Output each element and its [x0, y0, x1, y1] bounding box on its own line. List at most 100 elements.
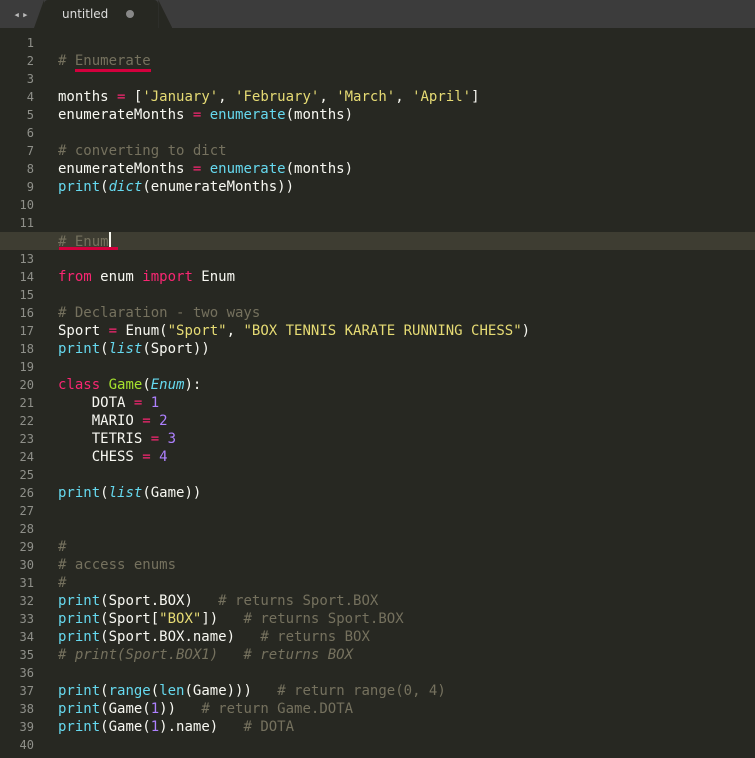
code-line[interactable]	[58, 736, 755, 754]
line-number: 29	[0, 538, 34, 556]
code-token: "BOX TENNIS KARATE RUNNING CHESS"	[243, 323, 521, 339]
code-line[interactable]	[58, 214, 755, 232]
code-line[interactable]: print(range(len(Game))) # return range(0…	[58, 682, 755, 700]
code-token: enumerate	[210, 161, 286, 177]
code-token: print	[58, 611, 100, 627]
code-token: list	[109, 341, 143, 357]
code-line[interactable]: Sport = Enum("Sport", "BOX TENNIS KARATE…	[58, 322, 755, 340]
code-token: len	[159, 683, 184, 699]
code-line[interactable]	[58, 70, 755, 88]
code-token	[151, 413, 159, 429]
line-number: 25	[0, 466, 34, 484]
code-line[interactable]: # converting to dict	[58, 142, 755, 160]
code-token	[159, 431, 167, 447]
code-line[interactable]	[58, 124, 755, 142]
line-number: 3	[0, 70, 34, 88]
code-token: (	[142, 377, 150, 393]
code-token: #	[58, 575, 66, 591]
code-token: Game	[109, 377, 143, 393]
tab-next-icon[interactable]: ▸	[22, 8, 29, 21]
code-token	[201, 161, 209, 177]
code-line[interactable]: print(Sport["BOX"]) # returns Sport.BOX	[58, 610, 755, 628]
code-line[interactable]: print(dict(enumerateMonths))	[58, 178, 755, 196]
code-line[interactable]	[58, 196, 755, 214]
code-token: DOTA	[58, 395, 134, 411]
code-token: print	[58, 341, 100, 357]
code-line[interactable]	[58, 664, 755, 682]
line-number: 22	[0, 412, 34, 430]
code-token: ,	[395, 89, 412, 105]
code-line[interactable]: print(Game(1).name) # DOTA	[58, 718, 755, 736]
code-token: (Sport))	[142, 341, 209, 357]
code-token: enumerate	[210, 107, 286, 123]
code-token: (	[100, 179, 108, 195]
code-line[interactable]: DOTA = 1	[58, 394, 755, 412]
code-line[interactable]: print(list(Sport))	[58, 340, 755, 358]
code-token: # returns BOX	[260, 629, 370, 645]
code-line[interactable]: class Game(Enum):	[58, 376, 755, 394]
code-line[interactable]: #	[58, 574, 755, 592]
code-token	[142, 395, 150, 411]
code-line[interactable]: enumerateMonths = enumerate(months)	[58, 106, 755, 124]
code-token: list	[109, 485, 143, 501]
code-token: # print(Sport.BOX1) # returns BOX	[58, 647, 353, 663]
code-token: Enum	[151, 377, 185, 393]
line-number: 14	[0, 268, 34, 286]
code-token: print	[58, 719, 100, 735]
code-line[interactable]	[58, 286, 755, 304]
tab-active[interactable]: untitled	[44, 0, 158, 28]
code-line[interactable]	[58, 358, 755, 376]
code-line[interactable]: months = ['January', 'February', 'March'…	[58, 88, 755, 106]
code-line[interactable]: print(Sport.BOX.name) # returns BOX	[58, 628, 755, 646]
line-number: 11	[0, 214, 34, 232]
code-token: (	[100, 341, 108, 357]
code-token: ,	[227, 323, 244, 339]
code-token: 2	[159, 413, 167, 429]
code-line[interactable]: MARIO = 2	[58, 412, 755, 430]
code-token: (Sport.BOX)	[100, 593, 218, 609]
code-line[interactable]: # access enums	[58, 556, 755, 574]
line-number: 24	[0, 448, 34, 466]
line-number: 36	[0, 664, 34, 682]
code-token: "BOX"	[159, 611, 201, 627]
code-line[interactable]: enumerateMonths = enumerate(months)	[58, 160, 755, 178]
code-line[interactable]: TETRIS = 3	[58, 430, 755, 448]
code-line[interactable]	[58, 502, 755, 520]
code-line[interactable]: print(Sport.BOX) # returns Sport.BOX	[58, 592, 755, 610]
code-line[interactable]	[58, 34, 755, 52]
code-token: enum	[92, 269, 143, 285]
tab-prev-icon[interactable]: ◂	[13, 8, 20, 21]
code-line[interactable]: from enum import Enum	[58, 268, 755, 286]
code-token: (enumerateMonths))	[142, 179, 294, 195]
code-line[interactable]: #	[58, 538, 755, 556]
code-token: #	[58, 53, 75, 69]
line-number: 39	[0, 718, 34, 736]
line-number: 34	[0, 628, 34, 646]
code-token: =	[151, 431, 159, 447]
code-token: print	[58, 701, 100, 717]
code-token	[151, 449, 159, 465]
code-line[interactable]	[58, 466, 755, 484]
code-line[interactable]: # Enum	[58, 232, 755, 250]
code-token: 1	[151, 719, 159, 735]
code-line[interactable]: # Declaration - two ways	[58, 304, 755, 322]
code-token: Sport	[58, 323, 109, 339]
code-line[interactable]: CHESS = 4	[58, 448, 755, 466]
line-number: 21	[0, 394, 34, 412]
code-line[interactable]	[58, 520, 755, 538]
code-token: "Sport"	[168, 323, 227, 339]
code-line[interactable]: print(list(Game))	[58, 484, 755, 502]
code-token: (	[100, 683, 108, 699]
code-token: 'March'	[336, 89, 395, 105]
code-token: range	[109, 683, 151, 699]
code-line[interactable]	[58, 250, 755, 268]
code-token: months	[58, 89, 117, 105]
code-token: #	[58, 539, 66, 555]
code-line[interactable]: # print(Sport.BOX1) # returns BOX	[58, 646, 755, 664]
code-token: # access enums	[58, 557, 176, 573]
code-token: 4	[159, 449, 167, 465]
code-line[interactable]: print(Game(1)) # return Game.DOTA	[58, 700, 755, 718]
line-number: 31	[0, 574, 34, 592]
code-line[interactable]: # Enumerate	[58, 52, 755, 70]
code-area[interactable]: # Enumerate months = ['January', 'Februar…	[42, 28, 755, 758]
